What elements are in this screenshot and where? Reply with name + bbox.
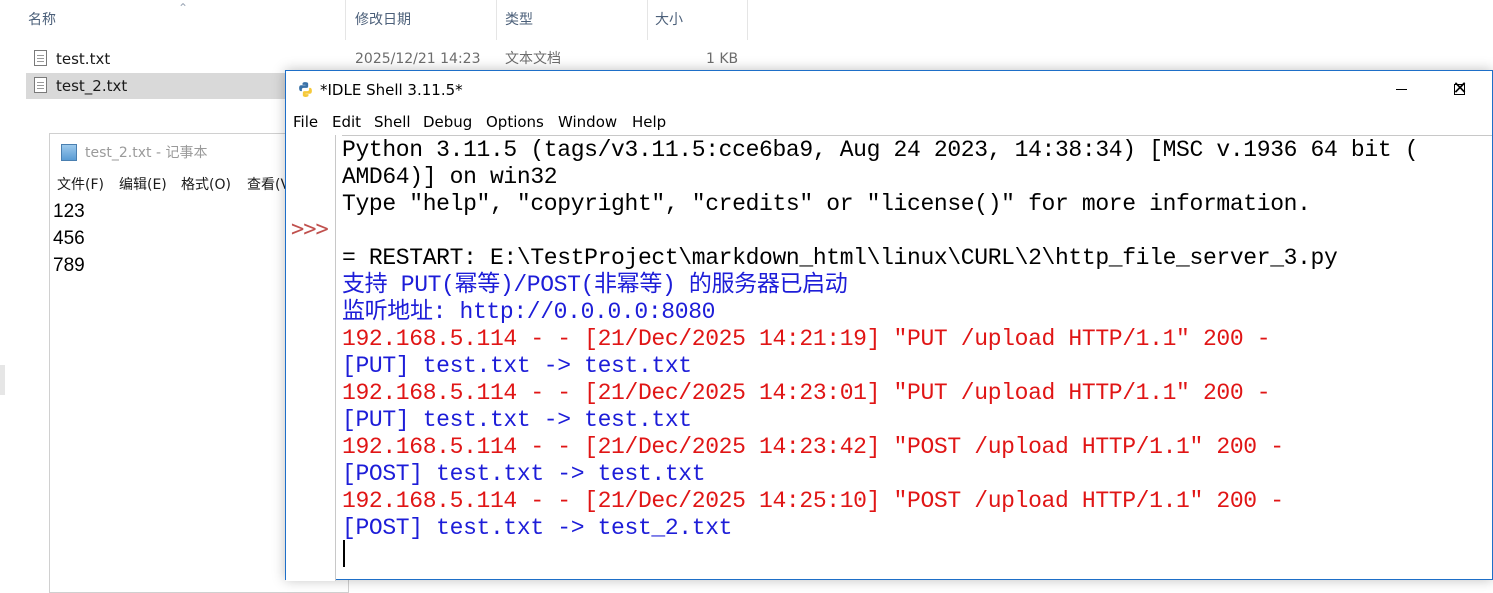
column-header-name-label: 名称 — [28, 12, 56, 28]
menu-shell[interactable]: Shell — [374, 109, 411, 135]
column-header-type[interactable]: 类型 — [497, 0, 648, 40]
text-file-icon — [34, 50, 47, 66]
shell-line: Python 3.11.5 (tags/v3.11.5:cce6ba9, Aug… — [342, 137, 1419, 163]
notepad-text-area[interactable]: 123 456 789 — [53, 198, 85, 279]
file-name: test_2.txt — [56, 77, 128, 95]
shell-line: [POST] test.txt -> test.txt — [342, 461, 706, 487]
minimize-icon — [1395, 88, 1407, 90]
idle-shell-window: *IDLE Shell 3.11.5* ✕ File Edit Shell De… — [285, 70, 1493, 581]
notepad-text-line: 456 — [53, 228, 85, 249]
shell-line: AMD64)] on win32 — [342, 164, 558, 190]
scrollbar-thumb[interactable] — [0, 365, 5, 395]
notepad-title: test_2.txt - 记事本 — [85, 145, 208, 161]
shell-line: 192.168.5.114 - - [21/Dec/2025 14:25:10]… — [342, 488, 1284, 514]
notepad-menu-view[interactable]: 查看(V — [247, 172, 290, 198]
idle-menubar: File Edit Shell Debug Options Window Hel… — [286, 109, 1492, 135]
column-header-name[interactable]: 名称 — [0, 0, 346, 40]
shell-line: 192.168.5.114 - - [21/Dec/2025 14:23:01]… — [342, 380, 1271, 406]
shell-line: [POST] test.txt -> test_2.txt — [342, 515, 733, 541]
shell-line: 监听地址: http://0.0.0.0:8080 — [342, 299, 716, 325]
notepad-text-line: 123 — [53, 201, 85, 222]
file-modified: 2025/12/21 14:23 — [355, 51, 481, 67]
column-header-size-label: 大小 — [655, 12, 683, 28]
notepad-icon — [61, 144, 77, 161]
column-header-modified[interactable]: 修改日期 — [346, 0, 497, 40]
menu-file[interactable]: File — [293, 109, 318, 135]
menu-edit[interactable]: Edit — [332, 109, 361, 135]
shell-line: 192.168.5.114 - - [21/Dec/2025 14:23:42]… — [342, 434, 1284, 460]
text-cursor — [343, 540, 345, 567]
idle-title: *IDLE Shell 3.11.5* — [320, 81, 463, 99]
python-icon — [299, 82, 312, 97]
file-row-selected[interactable]: test_2.txt — [26, 73, 288, 99]
column-header-modified-label: 修改日期 — [355, 12, 411, 28]
close-button[interactable]: ✕ — [1431, 71, 1489, 107]
notepad-text-line: 789 — [53, 255, 85, 276]
file-name: test.txt — [56, 50, 111, 68]
file-type: 文本文档 — [505, 51, 561, 67]
column-header-size[interactable]: 大小 — [648, 0, 748, 40]
menu-options[interactable]: Options — [486, 109, 544, 135]
shell-line: [PUT] test.txt -> test.txt — [342, 353, 692, 379]
minimize-button[interactable] — [1372, 71, 1430, 107]
text-file-icon — [34, 77, 47, 93]
notepad-menu-format[interactable]: 格式(O) — [181, 172, 231, 198]
shell-line: [PUT] test.txt -> test.txt — [342, 407, 692, 433]
menu-help[interactable]: Help — [632, 109, 666, 135]
shell-line: 支持 PUT(幂等)/POST(非幂等) 的服务器已启动 — [342, 272, 848, 298]
shell-line: 192.168.5.114 - - [21/Dec/2025 14:21:19]… — [342, 326, 1271, 352]
idle-titlebar[interactable]: *IDLE Shell 3.11.5* ✕ — [286, 71, 1492, 107]
sort-up-arrow-icon: ⌃ — [178, 1, 189, 15]
shell-prompt: >>> — [291, 217, 329, 242]
shell-prompt-sidebar: >>> — [286, 135, 336, 581]
file-row[interactable]: test.txt 2025/12/21 14:23 文本文档 1 KB — [26, 46, 746, 72]
notepad-menu-edit[interactable]: 编辑(E) — [119, 172, 167, 198]
close-icon: ✕ — [1452, 78, 1468, 99]
column-header-type-label: 类型 — [505, 12, 533, 28]
notepad-menu-file[interactable]: 文件(F) — [57, 172, 104, 198]
menu-debug[interactable]: Debug — [423, 109, 472, 135]
shell-line: Type "help", "copyright", "credits" or "… — [342, 191, 1311, 217]
shell-line: = RESTART: E:\TestProject\markdown_html\… — [342, 245, 1338, 271]
shell-output-area[interactable]: Python 3.11.5 (tags/v3.11.5:cce6ba9, Aug… — [342, 135, 1492, 581]
menu-window[interactable]: Window — [558, 109, 617, 135]
file-size: 1 KB — [706, 51, 739, 67]
